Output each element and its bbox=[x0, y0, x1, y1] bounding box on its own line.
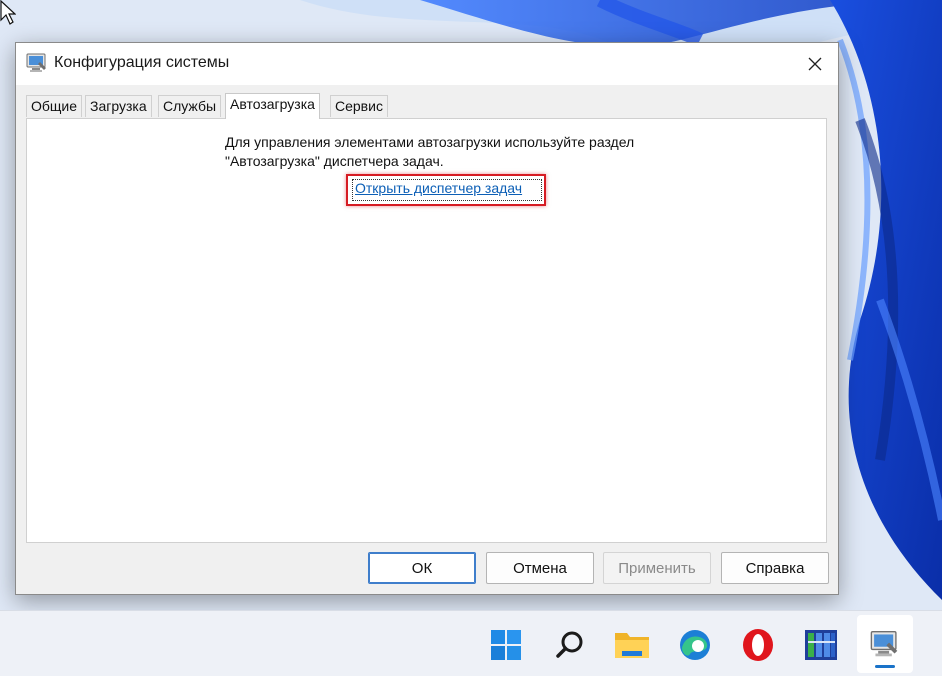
search-icon bbox=[556, 631, 583, 658]
active-indicator bbox=[875, 665, 895, 668]
cancel-button[interactable]: Отмена bbox=[486, 552, 594, 584]
mouse-cursor-icon bbox=[0, 0, 16, 25]
opera-icon bbox=[743, 629, 773, 661]
ok-button[interactable]: ОК bbox=[368, 552, 476, 584]
apply-button[interactable]: Применить bbox=[603, 552, 711, 584]
help-button[interactable]: Справка bbox=[721, 552, 829, 584]
system-configuration-taskbar-button[interactable] bbox=[857, 615, 913, 673]
startup-info-line-1: Для управления элементами автозагрузки и… bbox=[225, 134, 635, 150]
system-configuration-icon bbox=[26, 53, 46, 72]
title-bar[interactable]: Конфигурация системы bbox=[16, 43, 838, 85]
startup-info-line-2: "Автозагрузка" диспетчера задач. bbox=[225, 153, 444, 169]
close-button[interactable] bbox=[792, 43, 838, 85]
tab-general[interactable]: Общие bbox=[26, 95, 83, 117]
start-button[interactable] bbox=[485, 624, 527, 666]
edge-button[interactable] bbox=[674, 624, 716, 666]
window-title: Конфигурация системы bbox=[54, 54, 230, 71]
close-icon bbox=[808, 57, 822, 71]
app-button[interactable] bbox=[800, 624, 842, 666]
search-button[interactable] bbox=[549, 624, 591, 666]
open-task-manager-link[interactable]: Открыть диспетчер задач bbox=[355, 180, 522, 196]
tab-startup[interactable]: Автозагрузка bbox=[225, 93, 320, 119]
file-explorer-button[interactable] bbox=[611, 624, 653, 666]
file-explorer-icon bbox=[615, 633, 649, 658]
start-icon bbox=[491, 630, 521, 660]
tab-boot[interactable]: Загрузка bbox=[85, 95, 152, 117]
startup-panel: Для управления элементами автозагрузки и… bbox=[26, 118, 827, 543]
app-icon bbox=[805, 630, 837, 660]
opera-button[interactable] bbox=[737, 624, 779, 666]
system-configuration-window: Конфигурация системы Общие Загрузка Служ… bbox=[15, 42, 839, 595]
tab-tools[interactable]: Сервис bbox=[330, 95, 388, 117]
edge-icon bbox=[680, 630, 710, 660]
taskbar bbox=[0, 610, 942, 676]
system-configuration-icon bbox=[870, 631, 898, 657]
tab-services[interactable]: Службы bbox=[158, 95, 222, 117]
